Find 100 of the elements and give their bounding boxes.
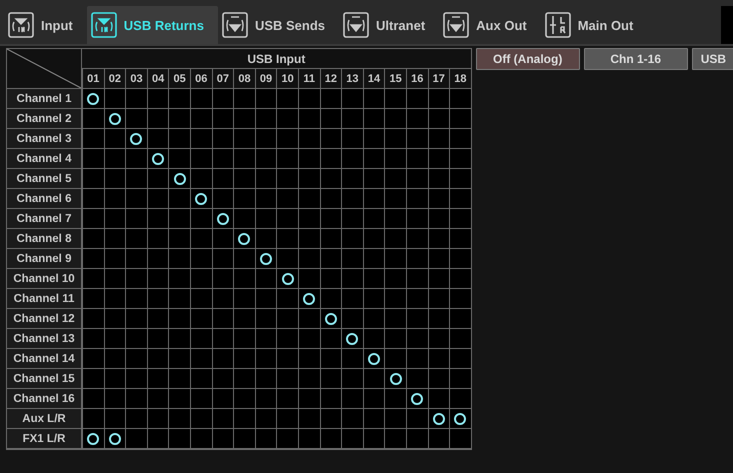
matrix-cell[interactable] bbox=[82, 329, 104, 349]
matrix-cell[interactable] bbox=[125, 289, 147, 309]
matrix-cell[interactable] bbox=[298, 349, 320, 369]
matrix-cell[interactable] bbox=[276, 369, 298, 389]
matrix-cell[interactable] bbox=[254, 249, 276, 269]
matrix-cell[interactable] bbox=[212, 349, 234, 369]
matrix-cell[interactable] bbox=[233, 209, 255, 229]
matrix-cell[interactable] bbox=[190, 149, 212, 169]
tab[interactable]: USB Sends bbox=[218, 6, 340, 44]
matrix-cell[interactable] bbox=[276, 189, 298, 209]
matrix-cell[interactable] bbox=[190, 189, 212, 209]
matrix-cell[interactable] bbox=[320, 189, 342, 209]
matrix-cell[interactable] bbox=[298, 309, 320, 329]
matrix-cell[interactable] bbox=[168, 169, 190, 189]
matrix-cell[interactable] bbox=[168, 369, 190, 389]
matrix-cell[interactable] bbox=[104, 109, 126, 129]
matrix-cell[interactable] bbox=[125, 409, 147, 429]
matrix-cell[interactable] bbox=[212, 229, 234, 249]
matrix-cell[interactable] bbox=[320, 149, 342, 169]
matrix-cell[interactable] bbox=[146, 169, 168, 189]
matrix-cell[interactable] bbox=[428, 229, 450, 249]
matrix-cell[interactable] bbox=[212, 289, 234, 309]
matrix-cell[interactable] bbox=[449, 129, 471, 149]
matrix-cell[interactable] bbox=[449, 389, 471, 409]
matrix-cell[interactable] bbox=[212, 109, 234, 129]
matrix-cell[interactable] bbox=[190, 309, 212, 329]
matrix-cell[interactable] bbox=[168, 89, 190, 109]
matrix-cell[interactable] bbox=[384, 169, 406, 189]
matrix-cell[interactable] bbox=[254, 429, 276, 449]
matrix-cell[interactable] bbox=[362, 369, 384, 389]
matrix-cell[interactable] bbox=[276, 269, 298, 289]
matrix-cell[interactable] bbox=[320, 409, 342, 429]
matrix-cell[interactable] bbox=[212, 389, 234, 409]
matrix-cell[interactable] bbox=[104, 209, 126, 229]
matrix-cell[interactable] bbox=[298, 189, 320, 209]
matrix-cell[interactable] bbox=[406, 309, 428, 329]
matrix-cell[interactable] bbox=[428, 129, 450, 149]
matrix-cell[interactable] bbox=[449, 229, 471, 249]
matrix-cell[interactable] bbox=[254, 209, 276, 229]
matrix-cell[interactable] bbox=[320, 129, 342, 149]
matrix-cell[interactable] bbox=[384, 429, 406, 449]
matrix-cell[interactable] bbox=[190, 229, 212, 249]
matrix-cell[interactable] bbox=[190, 89, 212, 109]
matrix-cell[interactable] bbox=[254, 389, 276, 409]
matrix-cell[interactable] bbox=[406, 349, 428, 369]
matrix-cell[interactable] bbox=[428, 409, 450, 429]
matrix-cell[interactable] bbox=[406, 149, 428, 169]
matrix-cell[interactable] bbox=[233, 169, 255, 189]
matrix-cell[interactable] bbox=[384, 309, 406, 329]
matrix-cell[interactable] bbox=[362, 289, 384, 309]
matrix-cell[interactable] bbox=[384, 189, 406, 209]
matrix-cell[interactable] bbox=[190, 349, 212, 369]
matrix-cell[interactable] bbox=[449, 189, 471, 209]
matrix-cell[interactable] bbox=[233, 409, 255, 429]
matrix-cell[interactable] bbox=[104, 429, 126, 449]
matrix-cell[interactable] bbox=[254, 149, 276, 169]
matrix-cell[interactable] bbox=[146, 209, 168, 229]
matrix-cell[interactable] bbox=[298, 89, 320, 109]
matrix-cell[interactable] bbox=[449, 89, 471, 109]
matrix-cell[interactable] bbox=[341, 289, 363, 309]
matrix-cell[interactable] bbox=[82, 149, 104, 169]
matrix-cell[interactable] bbox=[233, 349, 255, 369]
matrix-cell[interactable] bbox=[406, 269, 428, 289]
matrix-cell[interactable] bbox=[298, 129, 320, 149]
matrix-cell[interactable] bbox=[168, 409, 190, 429]
matrix-cell[interactable] bbox=[276, 429, 298, 449]
matrix-cell[interactable] bbox=[362, 189, 384, 209]
matrix-cell[interactable] bbox=[276, 349, 298, 369]
matrix-cell[interactable] bbox=[362, 89, 384, 109]
matrix-cell[interactable] bbox=[298, 249, 320, 269]
matrix-cell[interactable] bbox=[254, 409, 276, 429]
matrix-cell[interactable] bbox=[362, 109, 384, 129]
matrix-cell[interactable] bbox=[125, 129, 147, 149]
matrix-cell[interactable] bbox=[212, 409, 234, 429]
matrix-cell[interactable] bbox=[384, 109, 406, 129]
matrix-cell[interactable] bbox=[168, 129, 190, 149]
matrix-cell[interactable] bbox=[428, 349, 450, 369]
matrix-cell[interactable] bbox=[406, 229, 428, 249]
matrix-cell[interactable] bbox=[384, 249, 406, 269]
matrix-cell[interactable] bbox=[104, 269, 126, 289]
matrix-cell[interactable] bbox=[341, 169, 363, 189]
matrix-cell[interactable] bbox=[406, 169, 428, 189]
matrix-cell[interactable] bbox=[82, 349, 104, 369]
matrix-cell[interactable] bbox=[146, 349, 168, 369]
matrix-cell[interactable] bbox=[212, 149, 234, 169]
matrix-cell[interactable] bbox=[168, 229, 190, 249]
matrix-cell[interactable] bbox=[125, 169, 147, 189]
matrix-cell[interactable] bbox=[125, 249, 147, 269]
matrix-cell[interactable] bbox=[449, 169, 471, 189]
matrix-cell[interactable] bbox=[146, 289, 168, 309]
matrix-cell[interactable] bbox=[320, 369, 342, 389]
matrix-cell[interactable] bbox=[384, 209, 406, 229]
matrix-cell[interactable] bbox=[341, 389, 363, 409]
matrix-cell[interactable] bbox=[146, 149, 168, 169]
matrix-cell[interactable] bbox=[341, 269, 363, 289]
matrix-cell[interactable] bbox=[428, 429, 450, 449]
matrix-cell[interactable] bbox=[362, 309, 384, 329]
matrix-cell[interactable] bbox=[146, 309, 168, 329]
matrix-cell[interactable] bbox=[298, 329, 320, 349]
matrix-cell[interactable] bbox=[146, 189, 168, 209]
